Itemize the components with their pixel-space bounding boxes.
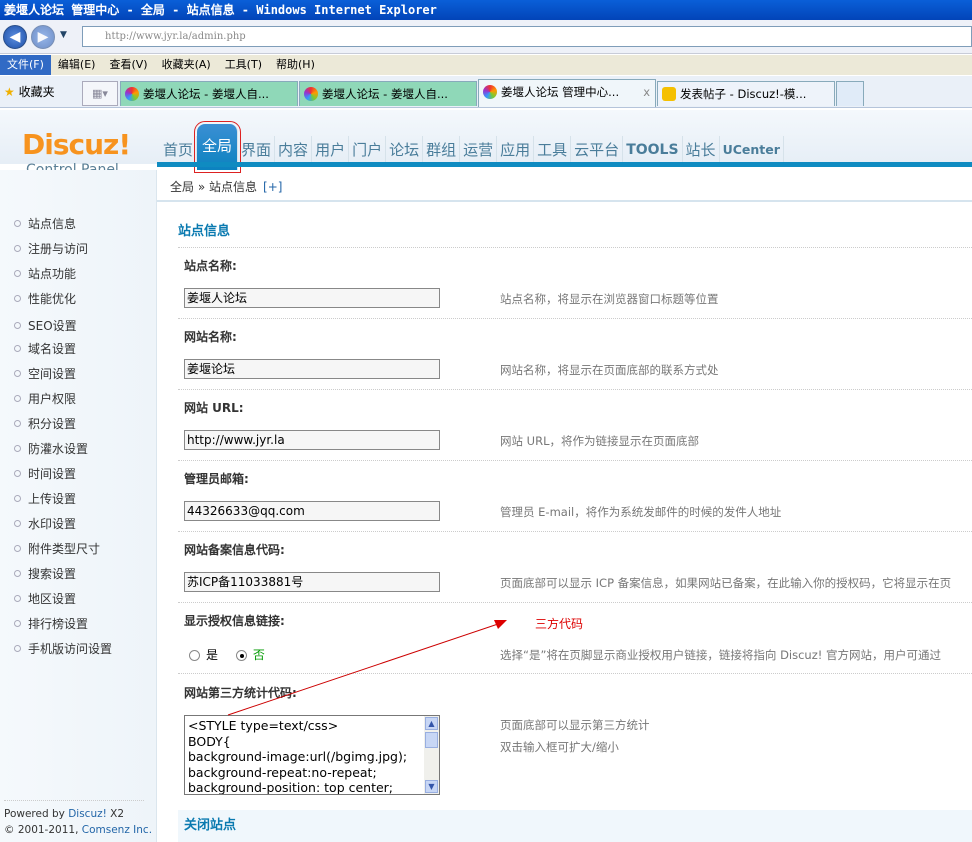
menu-file[interactable]: 文件(F) xyxy=(0,55,51,75)
browser-tab[interactable]: 姜堰人论坛 - 姜堰人自... xyxy=(299,81,477,106)
menu-bar: 文件(F) 编辑(E) 查看(V) 收藏夹(A) 工具(T) 帮助(H) xyxy=(0,55,972,75)
menu-view[interactable]: 查看(V) xyxy=(102,55,154,75)
address-input[interactable]: http://www.jyr.la/admin.php xyxy=(82,26,972,47)
history-dropdown-icon[interactable]: ▼ xyxy=(60,30,67,40)
site-icon xyxy=(304,87,318,101)
window-title: 姜堰人论坛 管理中心 - 全局 - 站点信息 - Windows Interne… xyxy=(0,0,972,20)
forward-button[interactable]: ▶ xyxy=(31,25,55,49)
close-site-section: 关闭站点 xyxy=(178,810,972,842)
favorites-button[interactable]: ★ 收藏夹 xyxy=(4,83,55,100)
address-row: ◀ ▶ ▼ http://www.jyr.la/admin.php xyxy=(0,20,972,54)
annotation-arrow xyxy=(227,620,507,716)
menu-help[interactable]: 帮助(H) xyxy=(269,55,322,75)
star-icon: ★ xyxy=(4,85,15,99)
menu-edit[interactable]: 编辑(E) xyxy=(51,55,103,75)
bulb-icon xyxy=(662,87,676,101)
browser-tab-active[interactable]: 姜堰人论坛 管理中心... x xyxy=(478,79,656,107)
close-tab-icon[interactable]: x xyxy=(643,80,650,104)
browser-tab[interactable]: 发表帖子 - Discuz!-模... xyxy=(657,81,835,106)
site-icon xyxy=(125,87,139,101)
menu-favorites[interactable]: 收藏夹(A) xyxy=(155,55,218,75)
site-icon xyxy=(483,85,497,99)
tab-bar: ★ 收藏夹 ▦▾ 姜堰人论坛 - 姜堰人自... 姜堰人论坛 - 姜堰人自...… xyxy=(0,76,972,108)
browser-tab[interactable]: 姜堰人论坛 - 姜堰人自... xyxy=(120,81,298,106)
quick-tabs-button[interactable]: ▦▾ xyxy=(82,81,118,106)
admin-page: Discuz! Control Panel 首页 全局 界面 内容 用户 门户 … xyxy=(0,110,972,842)
back-button[interactable]: ◀ xyxy=(3,25,27,49)
new-tab-button[interactable] xyxy=(836,81,864,106)
menu-tools[interactable]: 工具(T) xyxy=(218,55,269,75)
